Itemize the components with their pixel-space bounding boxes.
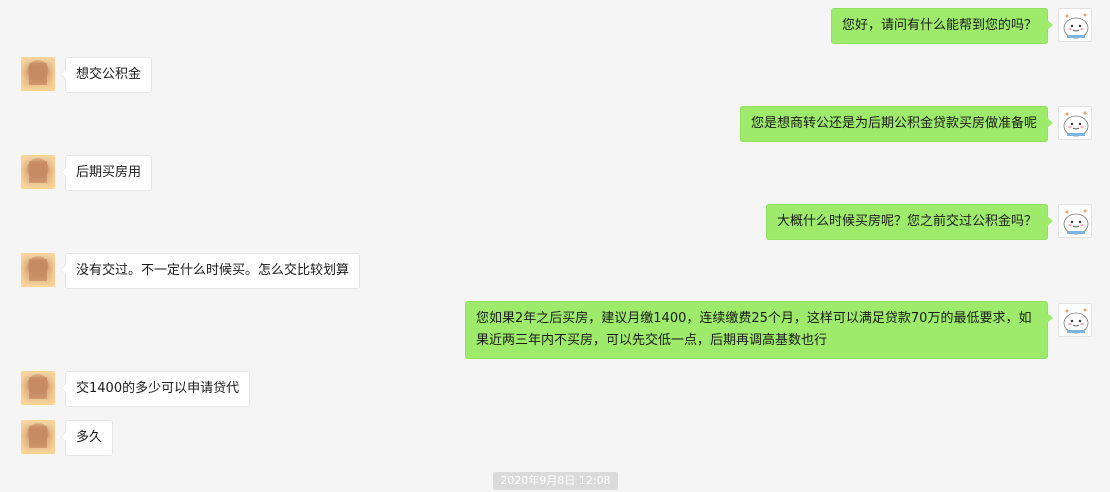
cartoon-face-icon xyxy=(1063,111,1089,137)
cartoon-face-icon xyxy=(1063,308,1089,334)
agent-avatar[interactable] xyxy=(1058,8,1092,42)
cartoon-face-icon xyxy=(1063,209,1089,235)
avatar-edge xyxy=(21,420,55,454)
message-bubble-received[interactable]: 没有交过。不一定什么时候买。怎么交比较划算 xyxy=(59,253,361,289)
agent-avatar[interactable] xyxy=(1058,303,1092,337)
message-bubble-received[interactable]: 交1400的多少可以申请贷代 xyxy=(59,371,251,407)
avatar-edge xyxy=(21,253,55,287)
agent-avatar[interactable] xyxy=(1058,106,1092,140)
message-bubble-sent[interactable]: 您好，请问有什么能帮到您的吗？ xyxy=(830,8,1054,44)
message-bubble-sent[interactable]: 您是想商转公还是为后期公积金贷款买房做准备呢 xyxy=(739,106,1054,142)
message-bubble-received[interactable]: 多久 xyxy=(59,420,114,456)
message-bubble-sent[interactable]: 大概什么时候买房呢？您之前交过公积金吗？ xyxy=(765,204,1054,240)
agent-avatar[interactable] xyxy=(1058,204,1092,238)
message-timestamp: 2020年9月8日 12:08 xyxy=(493,472,618,490)
avatar-edge xyxy=(21,371,55,405)
customer-avatar[interactable] xyxy=(21,155,55,189)
avatar-edge xyxy=(21,155,55,189)
message-bubble-received[interactable]: 后期买房用 xyxy=(59,155,153,191)
customer-avatar[interactable] xyxy=(21,420,55,454)
message-bubble-received[interactable]: 想交公积金 xyxy=(59,57,153,93)
customer-avatar[interactable] xyxy=(21,371,55,405)
customer-avatar[interactable] xyxy=(21,57,55,91)
avatar-edge xyxy=(21,57,55,91)
customer-avatar[interactable] xyxy=(21,253,55,287)
message-bubble-sent[interactable]: 您如果2年之后买房，建议月缴1400，连续缴费25个月，这样可以满足贷款70万的… xyxy=(465,301,1053,359)
cartoon-face-icon xyxy=(1063,13,1089,39)
